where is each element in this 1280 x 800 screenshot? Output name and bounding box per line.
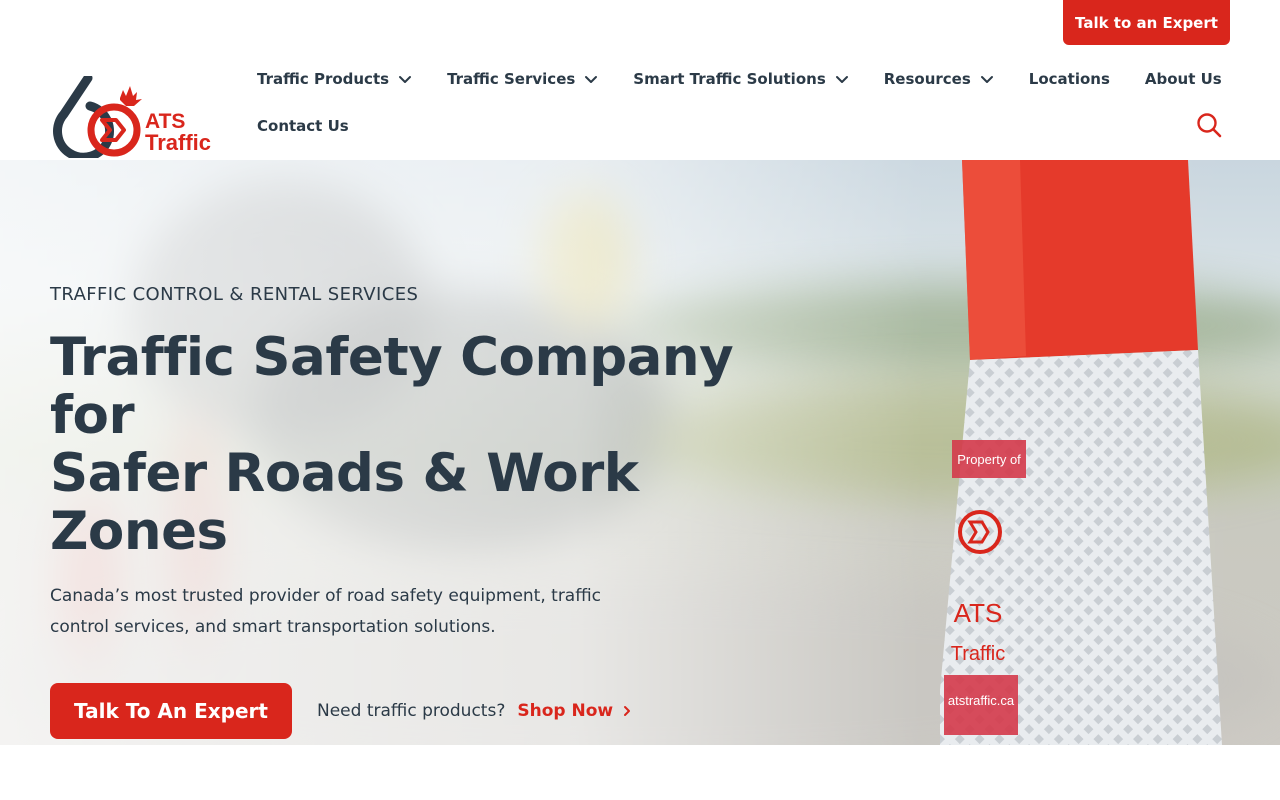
need-products-text: Need traffic products? xyxy=(317,701,506,721)
hero-cta-row: Talk To An Expert Need traffic products?… xyxy=(50,683,770,739)
cone-label-traffic: Traffic xyxy=(951,643,1005,665)
nav-row-1: Traffic Products Traffic Services Smart … xyxy=(257,62,1222,95)
chevron-down-icon xyxy=(980,75,993,83)
search-icon[interactable] xyxy=(1196,112,1222,138)
nav-item-label: About Us xyxy=(1144,69,1222,88)
chevron-right-icon xyxy=(624,706,631,716)
nav-item-label: Locations xyxy=(1028,69,1110,88)
nav-item-smart-traffic-solutions[interactable]: Smart Traffic Solutions xyxy=(633,70,848,88)
hero-content: TRAFFIC CONTROL & RENTAL SERVICES Traffi… xyxy=(50,284,770,739)
main-nav: Traffic Products Traffic Services Smart … xyxy=(257,62,1222,142)
logo-text-traffic: Traffic xyxy=(145,130,211,155)
chevron-down-icon xyxy=(835,75,848,83)
nav-item-traffic-products[interactable]: Traffic Products xyxy=(257,70,412,88)
nav-item-resources[interactable]: Resources xyxy=(884,70,994,88)
cone-label-ats: ATS xyxy=(954,598,1003,628)
nav-item-label: Smart Traffic Solutions xyxy=(633,69,826,88)
hero-title-line-1: Traffic Safety Company for xyxy=(50,327,734,446)
cone-label-property: Property of xyxy=(957,452,1021,467)
nav-item-label: Traffic Products xyxy=(257,69,390,88)
hero-title: Traffic Safety Company for Safer Roads &… xyxy=(50,329,770,561)
chevron-down-icon xyxy=(399,75,412,83)
traffic-cone-image: Property of ATS Traffic atstraffic.ca xyxy=(940,160,1222,745)
shop-now-link[interactable]: Shop Now xyxy=(517,701,633,721)
nav-item-about-us[interactable]: About Us xyxy=(1145,70,1222,88)
hero-eyebrow: TRAFFIC CONTROL & RENTAL SERVICES xyxy=(50,284,419,305)
nav-item-label: Contact Us xyxy=(257,116,349,135)
nav-item-label: Resources xyxy=(883,69,971,88)
nav-item-locations[interactable]: Locations xyxy=(1029,70,1110,88)
chevron-down-icon xyxy=(585,75,598,83)
talk-to-expert-button[interactable]: Talk To An Expert xyxy=(50,683,292,739)
hero-title-line-2: Safer Roads & Work Zones xyxy=(50,443,639,562)
hero-section: Property of ATS Traffic atstraffic.ca TR… xyxy=(0,160,1280,745)
nav-item-label: Traffic Services xyxy=(447,69,576,88)
nav-row-2: Contact Us xyxy=(257,109,1217,142)
hero-subtitle: Canada’s most trusted provider of road s… xyxy=(50,586,602,637)
ats-traffic-logo[interactable]: ATS Traffic xyxy=(50,73,215,162)
site-header: Talk to an Expert ATS Traffic Traffic Pr… xyxy=(0,0,1280,162)
talk-to-expert-top-button[interactable]: Talk to an Expert xyxy=(1063,0,1230,45)
nav-item-traffic-services[interactable]: Traffic Services xyxy=(447,70,598,88)
cone-label-url: atstraffic.ca xyxy=(948,693,1015,708)
shop-now-label: Shop Now xyxy=(517,701,614,721)
nav-item-contact-us[interactable]: Contact Us xyxy=(257,117,349,135)
